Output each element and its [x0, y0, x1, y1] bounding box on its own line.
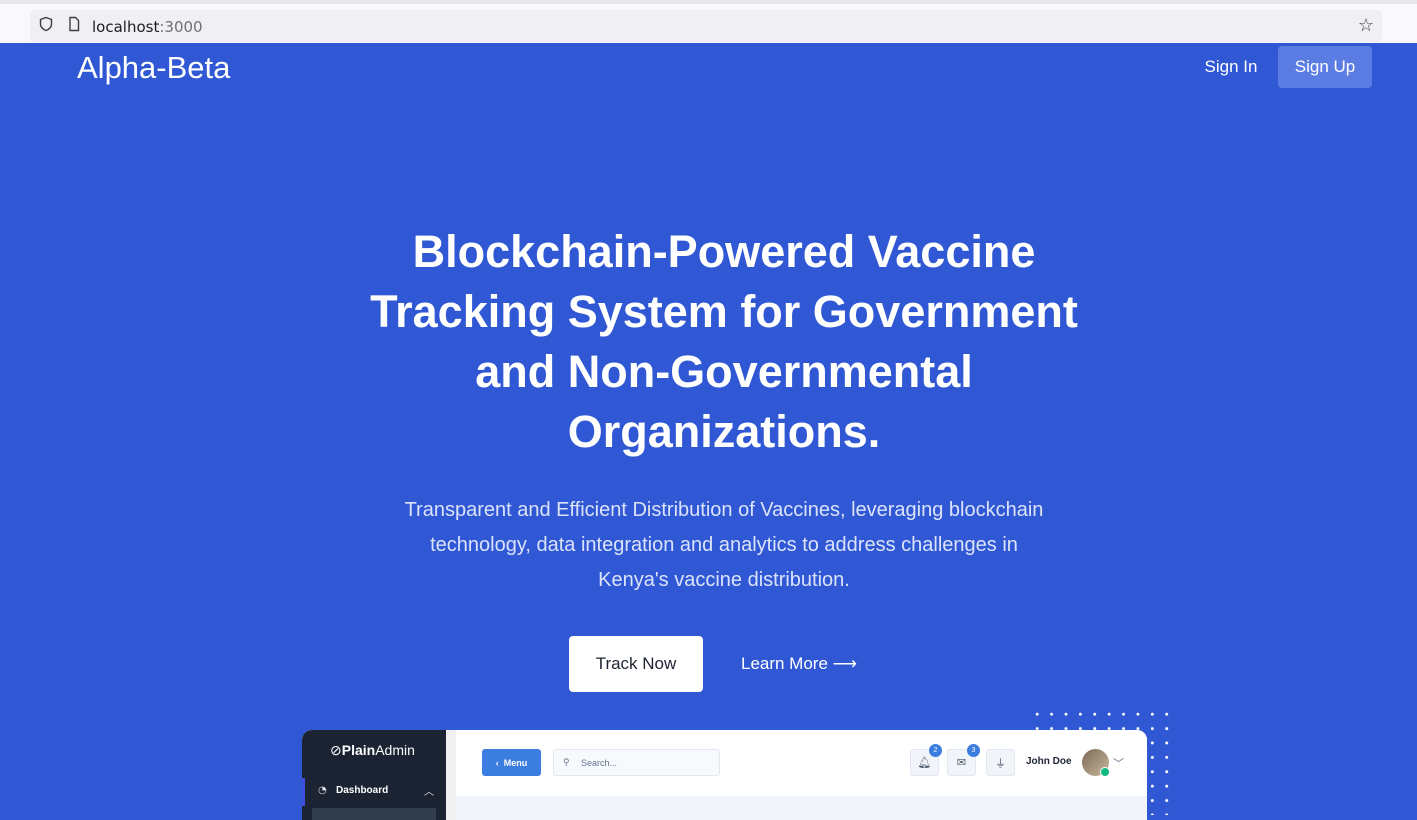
site-navbar: Alpha-Beta Sign In Sign Up: [0, 43, 1417, 95]
url-text[interactable]: localhost:3000: [92, 18, 203, 36]
preview-header: ‹ Menu ⚲ Search... 🔔︎ 2 ✉ 3 ⏚ John Doe ﹀: [456, 730, 1147, 796]
preview-logo-bold: Plain: [341, 742, 376, 758]
search-icon: ⚲: [563, 757, 570, 767]
preview-sidebar-item-dashboard: ◔ Dashboard ︿: [302, 778, 446, 806]
browser-toolbar: localhost:3000 ☆: [0, 0, 1417, 43]
preview-content: [456, 796, 1147, 820]
shield-icon[interactable]: [38, 16, 54, 32]
preview-scrollbar: [446, 730, 456, 820]
preview-menu-label: Menu: [503, 757, 528, 768]
dashboard-preview: ⊘PlainAdmin ◔ Dashboard ︿ ‹ Menu ⚲ Searc…: [302, 730, 1147, 820]
hero-subtitle: Transparent and Efficient Distribution o…: [404, 499, 1044, 591]
preview-submenu: [312, 808, 436, 820]
online-status-dot: [1100, 767, 1110, 777]
message-badge: 3: [967, 744, 980, 757]
hero-title: Blockchain-Powered Vaccine Tracking Syst…: [370, 226, 1078, 457]
sign-in-button[interactable]: Sign In: [1188, 46, 1274, 88]
brand-logo[interactable]: Alpha-Beta: [77, 50, 230, 86]
preview-menu-button: ‹ Menu: [482, 749, 541, 776]
track-now-button[interactable]: Track Now: [569, 636, 703, 692]
preview-user-name: John Doe: [1026, 756, 1072, 767]
preview-logo-rest: Admin: [375, 742, 415, 758]
page-icon: [69, 16, 80, 32]
sign-up-button[interactable]: Sign Up: [1278, 46, 1372, 88]
notification-badge: 2: [929, 744, 942, 757]
preview-sidebar-label: Dashboard: [336, 785, 389, 796]
preview-logo: ⊘PlainAdmin: [330, 742, 415, 758]
chevron-down-icon: ﹀: [1113, 757, 1124, 770]
filter-icon: ⏚: [986, 749, 1015, 776]
preview-sidebar: ⊘PlainAdmin ◔ Dashboard ︿: [302, 730, 446, 820]
address-bar[interactable]: localhost:3000 ☆: [30, 10, 1382, 42]
chevron-up-icon: ︿: [424, 787, 434, 798]
url-port: :3000: [159, 18, 203, 36]
url-host: localhost: [92, 18, 160, 36]
preview-search: ⚲ Search...: [553, 749, 720, 776]
bookmark-star-icon[interactable]: ☆: [1358, 15, 1374, 36]
learn-more-link[interactable]: Learn More ⟶: [730, 636, 868, 692]
preview-search-placeholder: Search...: [581, 758, 618, 768]
gauge-icon: ◔: [318, 785, 327, 796]
